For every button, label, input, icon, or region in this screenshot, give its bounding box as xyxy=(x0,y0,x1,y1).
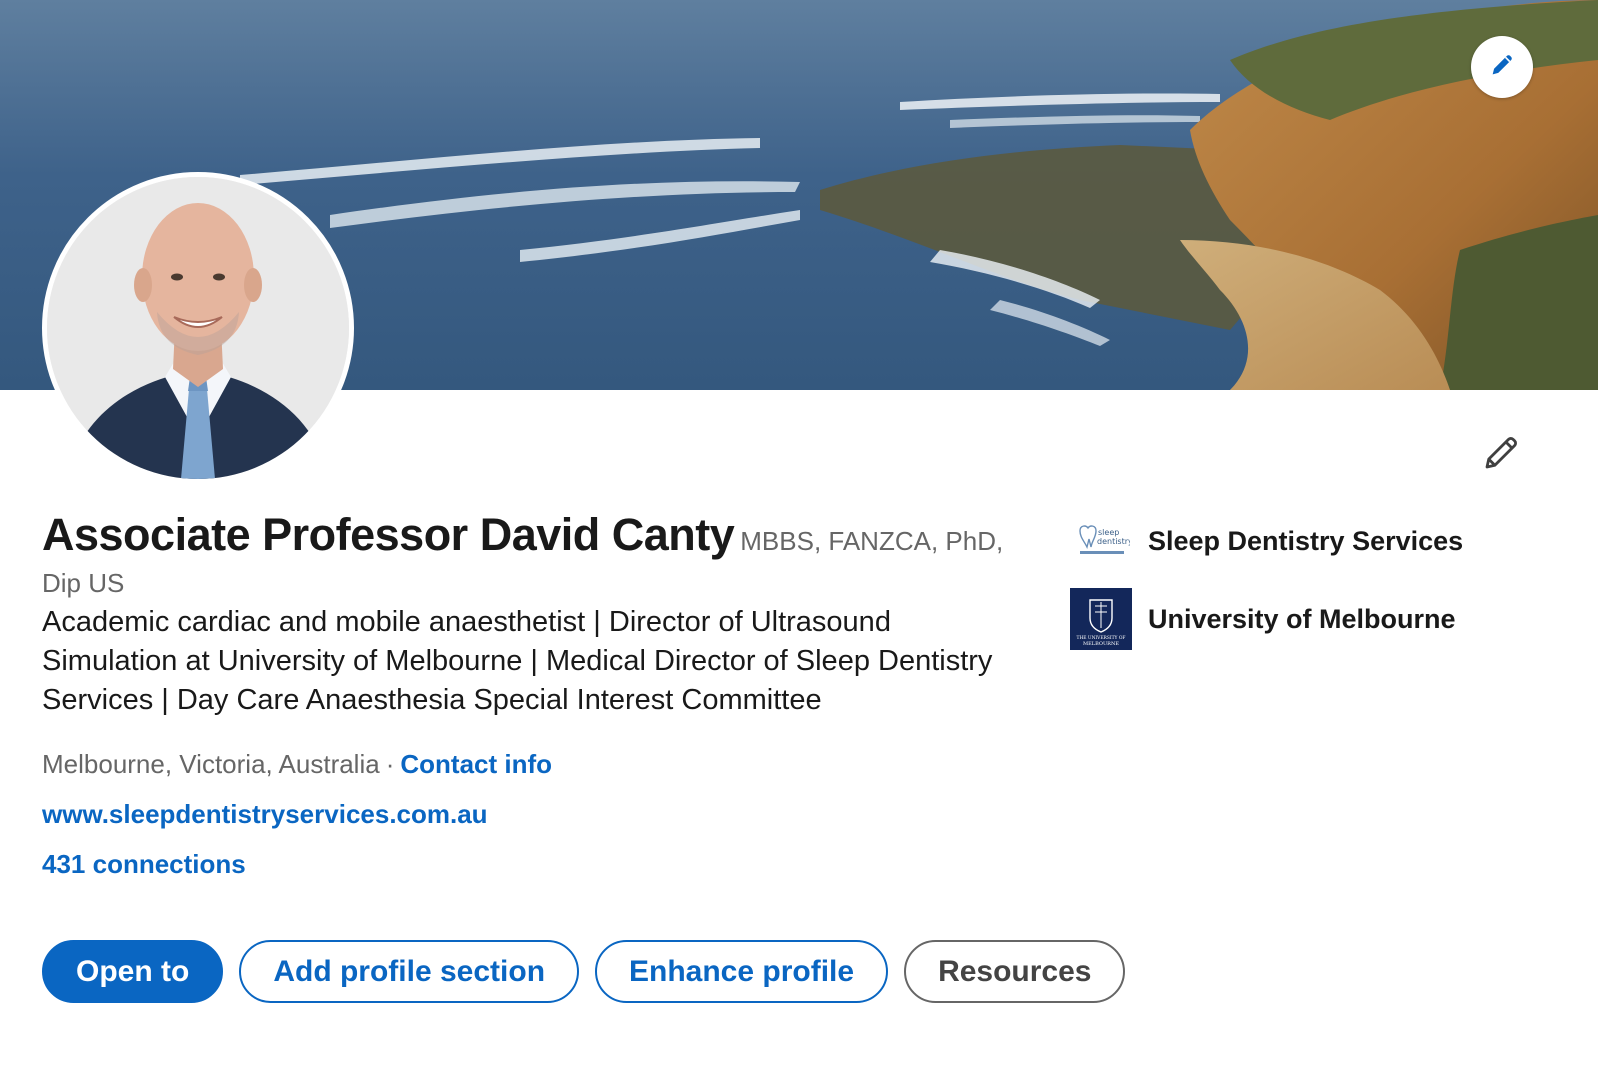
connections-link[interactable]: 431 connections xyxy=(42,849,246,879)
sleep-dentistry-logo: sleep dentistry xyxy=(1070,510,1132,572)
profile-headline: Academic cardiac and mobile anaesthetist… xyxy=(42,606,993,716)
pencil-icon xyxy=(1488,51,1516,84)
org-name: Sleep Dentistry Services xyxy=(1148,525,1464,556)
resources-button[interactable]: Resources xyxy=(904,940,1126,1003)
contact-info-link[interactable]: Contact info xyxy=(400,749,552,779)
svg-text:dentistry: dentistry xyxy=(1097,537,1130,546)
profile-intro: Associate Professor David Canty MBBS, FAN… xyxy=(42,512,1042,884)
profile-credentials-cont: Dip US xyxy=(42,568,125,598)
website-row: www.sleepdentistryservices.com.au xyxy=(42,794,1042,834)
university-of-melbourne-logo: THE UNIVERSITY OF MELBOURNE xyxy=(1070,588,1132,650)
org-item-university-of-melbourne[interactable]: THE UNIVERSITY OF MELBOURNE University o… xyxy=(1070,588,1570,650)
svg-text:MELBOURNE: MELBOURNE xyxy=(1083,641,1119,647)
org-name: University of Melbourne xyxy=(1148,603,1456,634)
organizations-list: sleep dentistry Sleep Dentistry Services… xyxy=(1070,510,1570,650)
pencil-icon xyxy=(1480,432,1522,479)
org-item-sleep-dentistry[interactable]: sleep dentistry Sleep Dentistry Services xyxy=(1070,510,1570,572)
profile-photo[interactable] xyxy=(42,172,354,484)
enhance-profile-button[interactable]: Enhance profile xyxy=(595,940,889,1003)
edit-cover-button[interactable] xyxy=(1471,36,1533,98)
svg-text:sleep: sleep xyxy=(1098,528,1119,537)
open-to-button[interactable]: Open to xyxy=(42,940,224,1003)
connections-row: 431 connections xyxy=(42,844,1042,884)
add-profile-section-button[interactable]: Add profile section xyxy=(239,940,580,1003)
profile-location: Melbourne, Victoria, Australia xyxy=(42,749,380,779)
profile-name: Associate Professor David Canty xyxy=(42,509,735,560)
profile-credentials: MBBS, FANZCA, PhD, xyxy=(740,526,1004,556)
separator: · xyxy=(385,749,395,779)
location-line: Melbourne, Victoria, Australia · Contact i… xyxy=(42,744,1042,784)
edit-intro-button[interactable] xyxy=(1478,432,1524,478)
website-link[interactable]: www.sleepdentistryservices.com.au xyxy=(42,799,488,829)
name-line: Associate Professor David Canty MBBS, FAN… xyxy=(42,512,1042,569)
profile-actions: Open to Add profile section Enhance prof… xyxy=(42,940,1126,1003)
